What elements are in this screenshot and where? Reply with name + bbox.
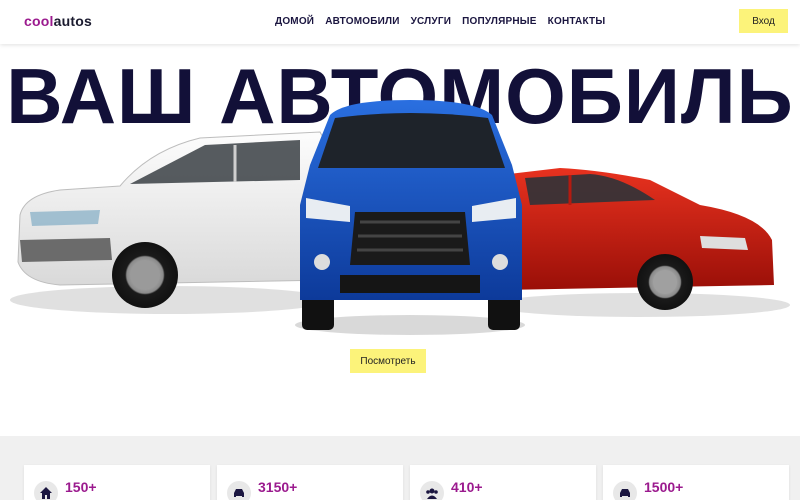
nav-services[interactable]: УСЛУГИ	[411, 16, 452, 27]
users-icon	[420, 481, 444, 500]
nav-home[interactable]: ДОМОЙ	[275, 16, 314, 27]
red-sedan	[500, 168, 774, 310]
site-header: coolautos ДОМОЙ АВТОМОБИЛИ УСЛУГИ ПОПУЛЯ…	[0, 0, 800, 44]
home-icon	[34, 481, 58, 500]
stat-value: 3150+	[258, 479, 298, 495]
nav-popular[interactable]: ПОПУЛЯРНЫЕ	[462, 16, 537, 27]
login-button[interactable]: Вход	[739, 9, 788, 33]
stat-card-2: 3150+	[217, 465, 403, 500]
stat-card-4: 1500+	[603, 465, 789, 500]
view-button[interactable]: Посмотреть	[350, 349, 426, 373]
stat-card-1: 150+	[24, 465, 210, 500]
stat-value: 410+	[451, 479, 483, 495]
car-icon	[227, 481, 251, 500]
stat-value: 1500+	[644, 479, 684, 495]
stat-value: 150+	[65, 479, 97, 495]
car-icon	[613, 481, 637, 500]
nav-cars[interactable]: АВТОМОБИЛИ	[325, 16, 399, 27]
blue-crossover	[300, 100, 522, 330]
stat-card-3: 410+	[410, 465, 596, 500]
logo-part-autos: autos	[53, 13, 92, 29]
nav-contacts[interactable]: КОНТАКТЫ	[548, 16, 606, 27]
hero-cars-image	[10, 100, 790, 335]
main-nav: ДОМОЙ АВТОМОБИЛИ УСЛУГИ ПОПУЛЯРНЫЕ КОНТА…	[275, 16, 616, 27]
logo[interactable]: coolautos	[24, 13, 92, 29]
logo-part-cool: cool	[24, 13, 54, 29]
white-suv	[17, 131, 331, 308]
